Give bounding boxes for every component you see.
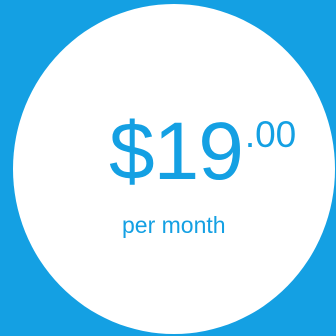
price-main: $19	[109, 106, 244, 197]
pricing-badge-screen: { "pricing_badge": { "price_main": "$19"…	[0, 0, 336, 336]
price-amount: $19.00	[109, 107, 296, 197]
price-cents: .00	[244, 114, 297, 155]
price-period: per month	[122, 212, 226, 238]
